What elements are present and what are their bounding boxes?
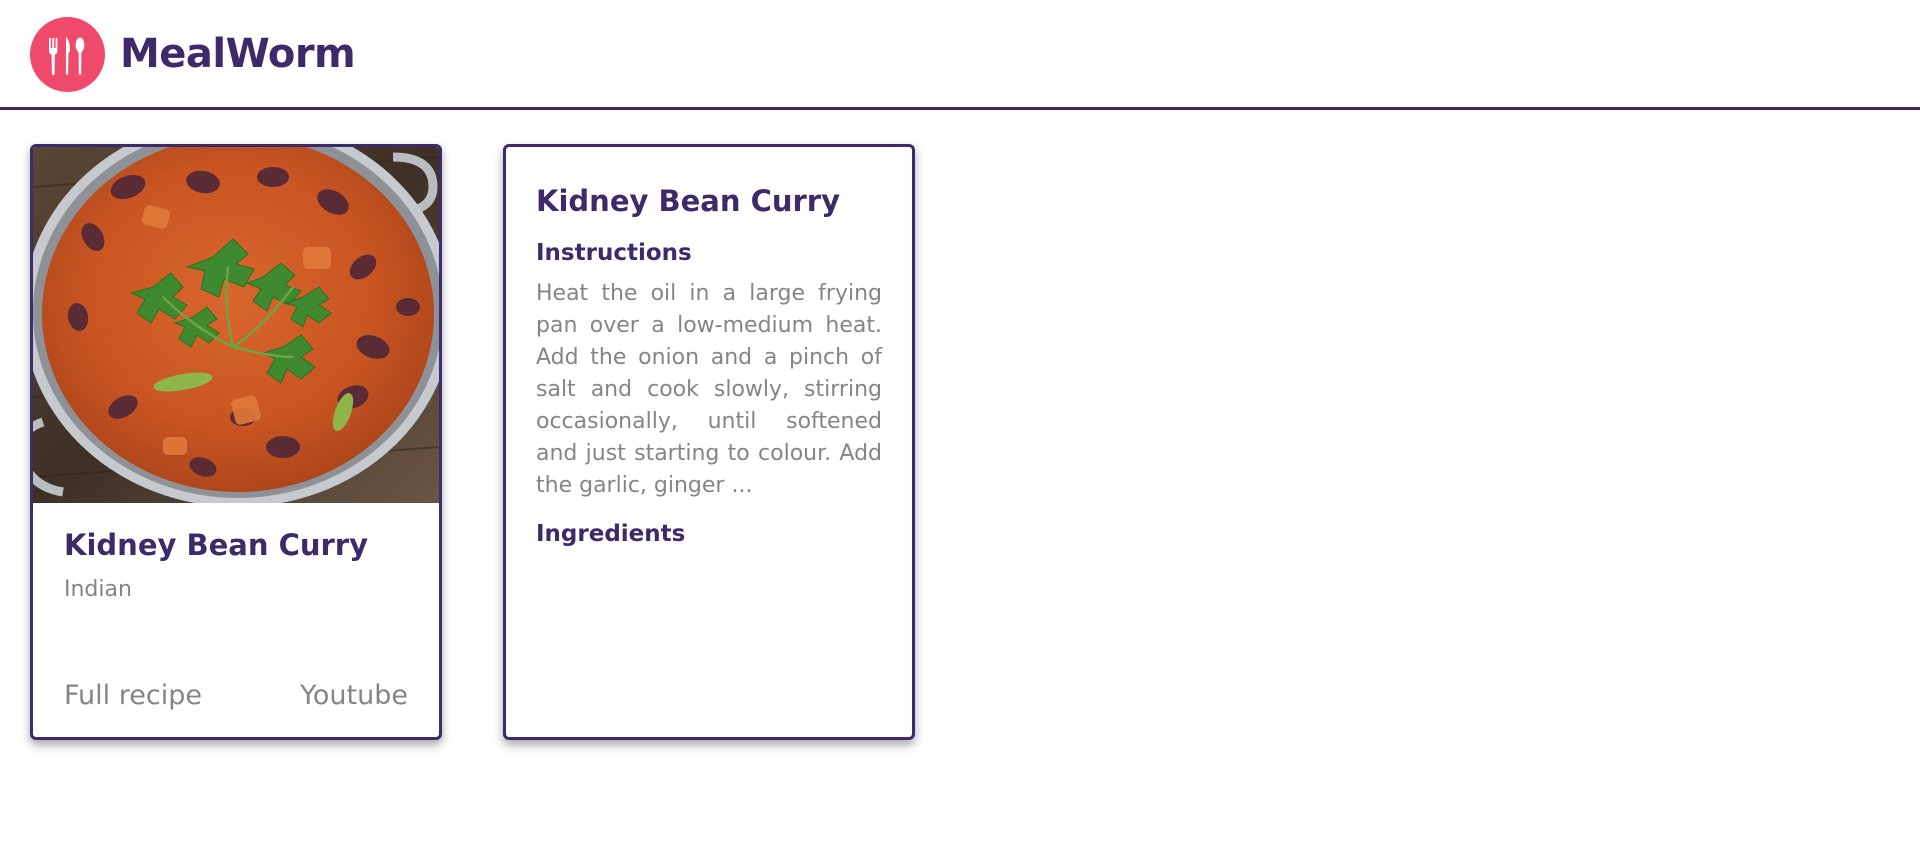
instructions-text: Heat the oil in a large frying pan over …	[536, 281, 882, 498]
instructions-heading: Instructions	[536, 240, 692, 266]
recipe-card[interactable]: Kidney Bean Curry Indian Full recipe You…	[30, 144, 442, 740]
app-header: MealWorm	[0, 0, 1920, 110]
detail-title: Kidney Bean Curry	[536, 184, 841, 218]
ingredients-heading: Ingredients	[536, 521, 686, 547]
app-name: MealWorm	[120, 31, 356, 77]
recipe-title: Kidney Bean Curry	[64, 528, 369, 562]
youtube-link[interactable]: Youtube	[300, 679, 408, 713]
utensils-icon	[49, 37, 85, 75]
recipe-cuisine: Indian	[64, 577, 132, 602]
recipe-detail-card: Kidney Bean Curry Instructions Heat the …	[503, 144, 915, 740]
logo[interactable]	[30, 17, 105, 92]
recipe-photo[interactable]	[33, 147, 439, 503]
full-recipe-link[interactable]: Full recipe	[64, 679, 202, 713]
